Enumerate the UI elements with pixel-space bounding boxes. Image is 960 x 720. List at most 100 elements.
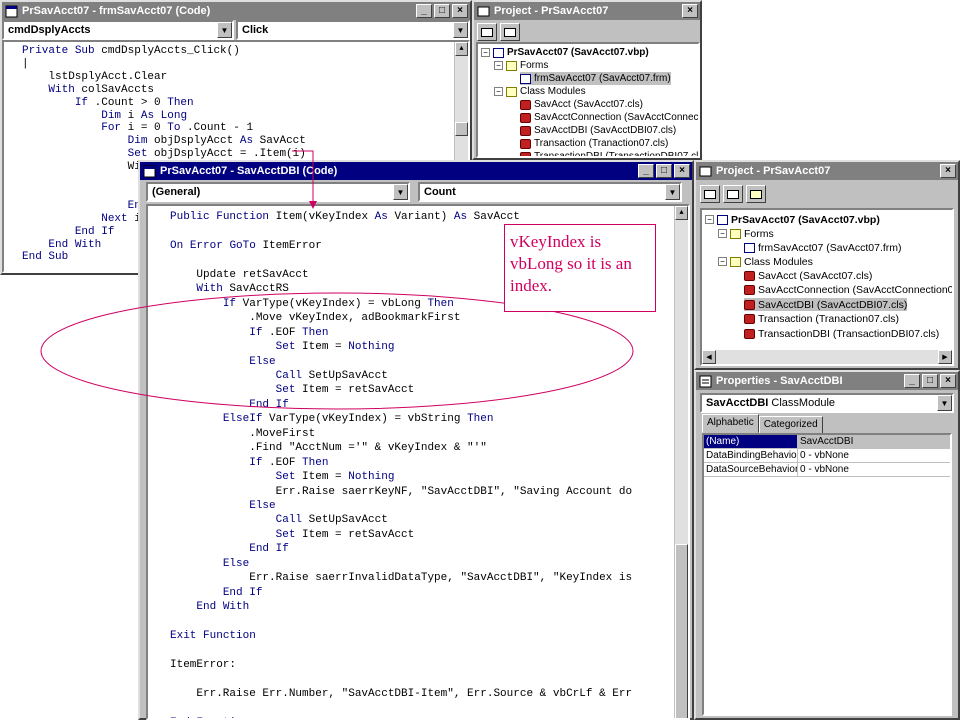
procedure-combo-value: Count (424, 186, 456, 198)
properties-icon (699, 375, 712, 387)
property-row[interactable]: DataSourceBehavior 0 - vbNone (704, 463, 950, 477)
property-row[interactable]: DataBindingBehavior 0 - vbNone (704, 449, 950, 463)
dbi-code-titlebar[interactable]: PrSavAcct07 - SavAcctDBI (Code) _ □ × (140, 162, 692, 180)
frm-code-line: Dim objDsplyAcct As SavAcct (127, 135, 306, 148)
dbi-code-line: Err.Raise Err.Number, "SavAcctDBI-Item",… (170, 687, 633, 700)
minimize-button[interactable]: _ (904, 374, 920, 388)
object-combo[interactable]: (General) ▼ (146, 182, 410, 202)
procedure-combo[interactable]: Count ▼ (418, 182, 682, 202)
frm-code-line: If .Count > 0 Then (74, 96, 194, 109)
tree-class-item[interactable]: SavAcct (SavAcct07.cls) (520, 98, 643, 111)
tree-form-item[interactable]: frmSavAcct07 (SavAcct07.frm) (744, 241, 902, 254)
property-value[interactable]: SavAcctDBI (798, 435, 950, 448)
project-explorer-right[interactable]: Project - PrSavAcct07 × − PrSavAcct07 (Sa… (694, 160, 960, 370)
property-value[interactable]: 0 - vbNone (798, 463, 950, 476)
code-window-icon (143, 165, 156, 177)
dbi-code-line: End If (249, 398, 289, 411)
tab-alphabetic[interactable]: Alphabetic (702, 414, 759, 433)
tree-root-label: PrSavAcct07 (SavAcct07.vbp) (731, 213, 880, 226)
tree-class-item[interactable]: SavAcct (SavAcct07.cls) (744, 269, 872, 282)
dbi-code-line: Err.Raise saerrKeyNF, "SavAcctDBI", "Sav… (170, 485, 633, 498)
tree-class-label: SavAcctDBI (SavAcctDBI07.cls) (758, 298, 908, 311)
close-button[interactable]: × (452, 4, 468, 18)
project-right-tree[interactable]: − PrSavAcct07 (SavAcct07.vbp) − Forms frmS… (700, 208, 954, 366)
tree-class-item[interactable]: SavAcctDBI (SavAcctDBI07.cls) (744, 298, 908, 311)
view-code-button[interactable] (477, 23, 497, 41)
scroll-up-arrow[interactable]: ▲ (675, 206, 688, 220)
close-button[interactable]: × (674, 164, 690, 178)
maximize-button[interactable]: □ (434, 4, 450, 18)
property-value[interactable]: 0 - vbNone (798, 449, 950, 462)
frm-code-line: | (22, 57, 29, 70)
dbi-code-title: PrSavAcct07 - SavAcctDBI (Code) (160, 165, 338, 177)
project-right-titlebar[interactable]: Project - PrSavAcct07 × (696, 162, 958, 180)
object-combo-value: cmdDsplyAccts (8, 24, 91, 36)
view-object-button[interactable] (723, 185, 743, 203)
frm-code-titlebar[interactable]: PrSavAcct07 - frmSavAcct07 (Code) _ □ × (2, 2, 470, 20)
tree-classes[interactable]: − Class Modules (494, 85, 586, 98)
tree-class-item[interactable]: SavAcctDBI (SavAcctDBI07.cls) (520, 124, 676, 137)
dbi-code-line: End If (249, 543, 289, 556)
dbi-code-line: Err.Raise saerrInvalidDataType, "SavAcct… (170, 572, 633, 585)
minimize-button[interactable]: _ (416, 4, 432, 18)
close-button[interactable]: × (940, 164, 956, 178)
tree-root[interactable]: − PrSavAcct07 (SavAcct07.vbp) (481, 46, 649, 59)
scroll-thumb[interactable] (455, 122, 468, 136)
tree-class-item[interactable]: SavAcctConnection (SavAcctConnection0 (520, 111, 699, 124)
frm-code-line: Private Sub cmdDsplyAccts_Click() (22, 45, 240, 57)
view-object-button[interactable] (500, 23, 520, 41)
tree-forms[interactable]: − Forms (494, 59, 548, 72)
project-top-tree[interactable]: − PrSavAcct07 (SavAcct07.vbp) − Forms frmS… (476, 42, 700, 158)
tree-class-item[interactable]: Transaction (Tranaction07.cls) (520, 137, 668, 150)
tree-classes[interactable]: − Class Modules (718, 255, 813, 268)
tree-forms[interactable]: − Forms (718, 227, 774, 240)
project-explorer-top[interactable]: Project - PrSavAcct07 × − PrSavAcct07 (Sa… (472, 0, 702, 160)
chevron-down-icon[interactable]: ▼ (393, 184, 408, 200)
properties-window[interactable]: Properties - SavAcctDBI _ □ × SavAcctDBI… (694, 370, 960, 720)
chevron-down-icon[interactable]: ▼ (937, 395, 952, 411)
tree-class-item[interactable]: SavAcctConnection (SavAcctConnection0 (744, 284, 952, 297)
close-button[interactable]: × (940, 374, 956, 388)
scroll-thumb[interactable] (675, 544, 688, 718)
object-select[interactable]: SavAcctDBI ClassModule ▼ (700, 393, 954, 413)
properties-grid[interactable]: (Name) SavAcctDBI DataBindingBehavior 0 - v… (702, 433, 952, 716)
dbi-code-line: .Move vKeyIndex, adBookmarkFirst (170, 312, 461, 325)
scroll-up-arrow[interactable]: ▲ (455, 42, 468, 56)
dbi-code-line: Exit Function (170, 630, 256, 643)
scroll-left-arrow[interactable]: ◀ (702, 350, 716, 364)
maximize-button[interactable]: □ (656, 164, 672, 178)
maximize-button[interactable]: □ (922, 374, 938, 388)
properties-titlebar[interactable]: Properties - SavAcctDBI _ □ × (696, 372, 958, 390)
tree-class-label: SavAcctConnection (SavAcctConnection0 (534, 112, 699, 123)
vertical-scrollbar[interactable]: ▲ (674, 206, 688, 718)
object-combo[interactable]: cmdDsplyAccts ▼ (2, 20, 234, 40)
chevron-down-icon[interactable]: ▼ (217, 22, 232, 38)
dbi-code-line: .MoveFirst (170, 427, 316, 440)
dbi-code-line: If .EOF Then (249, 326, 329, 339)
code-window-icon (5, 5, 18, 17)
dbi-code-line: Set Item = Nothing (275, 341, 395, 354)
tree-root[interactable]: − PrSavAcct07 (SavAcct07.vbp) (705, 213, 880, 226)
object-select-type: ClassModule (771, 397, 836, 409)
class-module-icon (520, 125, 531, 136)
view-code-button[interactable] (700, 185, 720, 203)
minimize-button[interactable]: _ (638, 164, 654, 178)
procedure-combo[interactable]: Click ▼ (236, 20, 470, 40)
tree-class-item[interactable]: Transaction (Tranaction07.cls) (744, 313, 899, 326)
close-button[interactable]: × (682, 4, 698, 18)
toggle-folders-button[interactable] (746, 185, 766, 203)
project-top-titlebar[interactable]: Project - PrSavAcct07 × (474, 2, 700, 20)
tree-class-item[interactable]: TransactionDBI (TransactionDBI07.cls) (520, 150, 698, 156)
frm-code-line: End (22, 199, 148, 213)
tree-form-item[interactable]: frmSavAcct07 (SavAcct07.frm) (520, 72, 671, 85)
properties-title: Properties - SavAcctDBI (716, 375, 843, 387)
class-module-icon (744, 328, 755, 339)
chevron-down-icon[interactable]: ▼ (665, 184, 680, 200)
chevron-down-icon[interactable]: ▼ (453, 22, 468, 38)
folder-icon (730, 228, 741, 239)
horizontal-scrollbar[interactable]: ◀ ▶ (702, 350, 952, 364)
property-row[interactable]: (Name) SavAcctDBI (704, 435, 950, 449)
class-module-icon (520, 151, 531, 156)
scroll-right-arrow[interactable]: ▶ (938, 350, 952, 364)
tree-class-item[interactable]: TransactionDBI (TransactionDBI07.cls) (744, 327, 939, 340)
